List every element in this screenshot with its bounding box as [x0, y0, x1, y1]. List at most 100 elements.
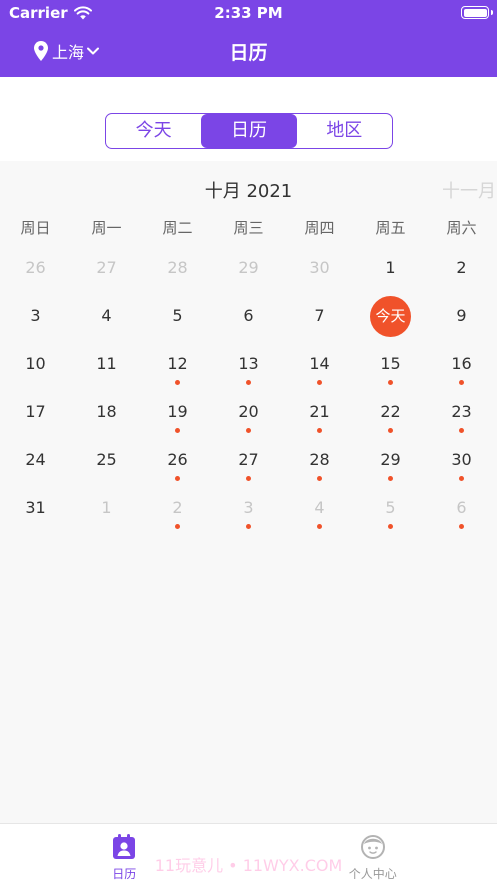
- day-cell[interactable]: 27: [213, 436, 284, 484]
- event-dot: [175, 428, 180, 433]
- day-cell[interactable]: 29: [213, 244, 284, 292]
- top-bar: Carrier 2:33 PM 上海 日历: [0, 0, 497, 77]
- day-number: 10: [25, 354, 46, 373]
- day-cell[interactable]: 22: [355, 388, 426, 436]
- event-dot: [388, 524, 393, 529]
- day-cell[interactable]: 20: [213, 388, 284, 436]
- segment-area: 今天 日历 地区: [0, 77, 497, 161]
- day-number: 29: [238, 258, 259, 277]
- day-cell[interactable]: 17: [0, 388, 71, 436]
- segment-region[interactable]: 地区: [297, 114, 392, 148]
- tab-calendar-label: 日历: [112, 867, 137, 881]
- day-number: 9: [456, 306, 467, 325]
- day-cell[interactable]: 26: [142, 436, 213, 484]
- day-cell[interactable]: 9: [426, 292, 497, 340]
- day-cell[interactable]: 23: [426, 388, 497, 436]
- day-cell[interactable]: 28: [284, 436, 355, 484]
- event-dot: [317, 428, 322, 433]
- day-cell[interactable]: 6: [213, 292, 284, 340]
- day-cell[interactable]: 27: [71, 244, 142, 292]
- segment-calendar[interactable]: 日历: [201, 114, 297, 148]
- day-cell[interactable]: 13: [213, 340, 284, 388]
- day-cell[interactable]: 30: [284, 244, 355, 292]
- day-cell[interactable]: 28: [142, 244, 213, 292]
- day-number: 2: [172, 498, 183, 517]
- day-number: 29: [380, 450, 401, 469]
- day-cell[interactable]: 2: [426, 244, 497, 292]
- day-number: 11: [96, 354, 117, 373]
- day-cell[interactable]: 15: [355, 340, 426, 388]
- tab-profile[interactable]: 个人中心: [249, 824, 497, 883]
- event-dot: [246, 380, 251, 385]
- day-cell[interactable]: 4: [71, 292, 142, 340]
- day-cell[interactable]: 6: [426, 484, 497, 532]
- day-cell[interactable]: 31: [0, 484, 71, 532]
- day-cell[interactable]: 26: [0, 244, 71, 292]
- day-number: 25: [96, 450, 117, 469]
- day-number: 31: [25, 498, 46, 517]
- day-number: 28: [309, 450, 330, 469]
- day-cell[interactable]: 3: [213, 484, 284, 532]
- weekday-label: 周二: [162, 219, 193, 237]
- event-dot: [175, 476, 180, 481]
- tab-calendar[interactable]: 日历: [0, 824, 249, 883]
- day-cell[interactable]: 24: [0, 436, 71, 484]
- page-title: 日历: [229, 42, 268, 64]
- day-number: 17: [25, 402, 46, 421]
- week-row: 24 25 26 27 28 29 30: [0, 436, 497, 484]
- day-cell[interactable]: 12: [142, 340, 213, 388]
- next-month-peek[interactable]: 十一月: [442, 177, 496, 203]
- day-cell[interactable]: 7: [284, 292, 355, 340]
- day-number: 2: [456, 258, 467, 277]
- day-cell[interactable]: 18: [71, 388, 142, 436]
- event-dot: [388, 380, 393, 385]
- day-cell[interactable]: 3: [0, 292, 71, 340]
- day-number: 20: [238, 402, 259, 421]
- event-dot: [459, 524, 464, 529]
- event-dot: [388, 476, 393, 481]
- segmented-control: 今天 日历 地区: [105, 113, 393, 149]
- day-cell[interactable]: 29: [355, 436, 426, 484]
- day-number: 13: [238, 354, 259, 373]
- event-dot: [246, 476, 251, 481]
- day-cell[interactable]: 30: [426, 436, 497, 484]
- week-row: 17 18 19 20 21 22 23: [0, 388, 497, 436]
- day-number: 26: [167, 450, 188, 469]
- day-cell-today[interactable]: 今天: [355, 292, 426, 340]
- status-time: 2:33 PM: [214, 4, 283, 22]
- day-cell[interactable]: 5: [355, 484, 426, 532]
- day-cell[interactable]: 11: [71, 340, 142, 388]
- weekday-header: 周日 周一 周二 周三 周四 周五 周六: [0, 217, 497, 238]
- day-cell[interactable]: 21: [284, 388, 355, 436]
- day-number: 30: [451, 450, 472, 469]
- day-cell[interactable]: 1: [71, 484, 142, 532]
- day-number: 3: [243, 498, 254, 517]
- day-cell[interactable]: 2: [142, 484, 213, 532]
- face-icon: [360, 835, 385, 859]
- day-cell[interactable]: 1: [355, 244, 426, 292]
- day-number: 6: [456, 498, 467, 517]
- day-cell[interactable]: 19: [142, 388, 213, 436]
- status-bar: Carrier 2:33 PM: [0, 0, 497, 26]
- day-cell[interactable]: 5: [142, 292, 213, 340]
- month-title: 十月 2021: [204, 181, 293, 202]
- event-dot: [317, 380, 322, 385]
- day-number: 19: [167, 402, 188, 421]
- day-cell[interactable]: 14: [284, 340, 355, 388]
- navigation-bar: 上海 日历: [0, 26, 497, 77]
- day-cell[interactable]: 16: [426, 340, 497, 388]
- event-dot: [246, 428, 251, 433]
- day-cell[interactable]: 4: [284, 484, 355, 532]
- segment-today[interactable]: 今天: [106, 114, 201, 148]
- weekday-label: 周一: [91, 219, 122, 237]
- event-dot: [175, 524, 180, 529]
- event-dot: [175, 380, 180, 385]
- week-row: 31 1 2 3 4 5 6: [0, 484, 497, 532]
- day-cell[interactable]: 10: [0, 340, 71, 388]
- day-number: 16: [451, 354, 472, 373]
- day-cell[interactable]: 25: [71, 436, 142, 484]
- week-row: 3 4 5 6 7 今天 9: [0, 292, 497, 340]
- week-row: 26 27 28 29 30 1 2: [0, 244, 497, 292]
- day-number: 22: [380, 402, 401, 421]
- day-number: 21: [309, 402, 330, 421]
